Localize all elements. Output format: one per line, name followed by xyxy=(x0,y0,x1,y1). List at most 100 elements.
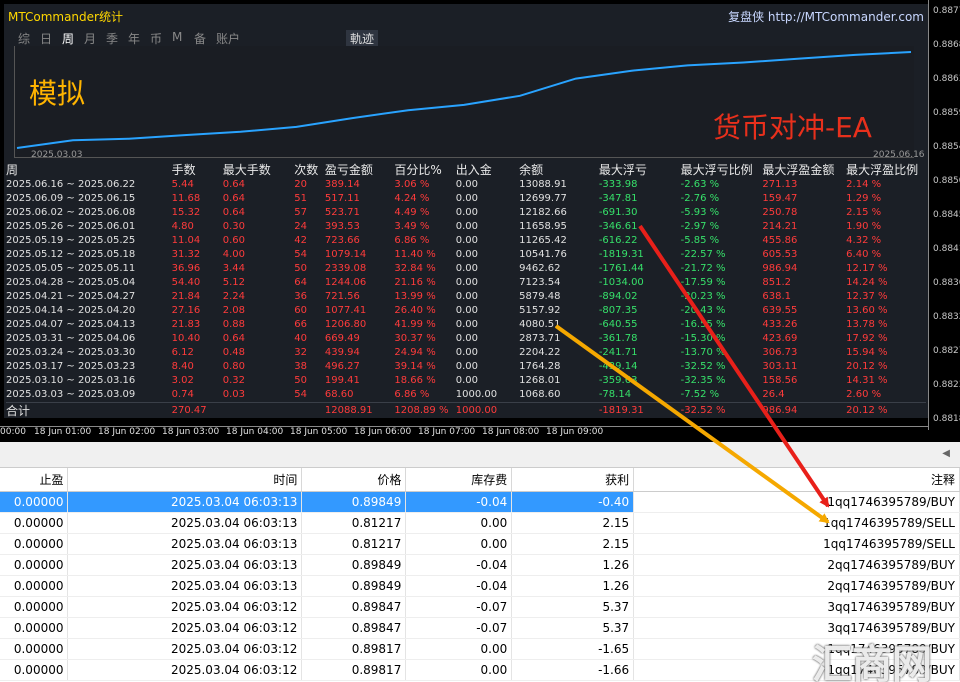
stats-header-cell: 周 xyxy=(6,163,19,177)
order-row[interactable]: 0.00000 2025.03.04 06:03:13 0.81217 0.00 2.1… xyxy=(0,512,960,534)
stats-cell: 2.60 % xyxy=(846,389,882,400)
stats-cell: 2.08 xyxy=(222,305,245,316)
order-comment: 2qq1746395789/BUY xyxy=(633,575,960,597)
order-cell: 0.00 xyxy=(405,638,513,660)
stats-cell: 6.40 % xyxy=(846,249,882,260)
price-chart[interactable]: 0.887700.886850.886350.885900.885450.885… xyxy=(0,0,960,442)
stats-cell: 423.69 xyxy=(762,333,798,344)
stats-cell: 13.99 % xyxy=(394,291,436,302)
stats-cell: 60 xyxy=(294,305,307,316)
time-tick: 18 Jun 01:00 xyxy=(34,427,92,437)
order-cell: 0.00000 xyxy=(0,638,69,660)
stats-row: 2025.05.12 ~ 2025.05.18 31.32 4.00 54 1079.1… xyxy=(6,248,926,262)
stats-cell: -347.81 xyxy=(598,193,638,204)
stats-row: 2025.04.14 ~ 2025.04.20 27.16 2.08 60 1077.4… xyxy=(6,304,926,318)
stats-cell: 2.14 % xyxy=(846,179,882,190)
stats-cell: 851.2 xyxy=(762,277,791,288)
stats-cell: 50 xyxy=(294,263,307,274)
stats-cell: 2025.05.12 ~ 2025.05.18 xyxy=(6,249,136,260)
stats-cell: 5879.48 xyxy=(519,291,561,302)
stats-cell: 214.21 xyxy=(762,221,798,232)
stats-total-cell: 1000.00 xyxy=(455,404,498,416)
stats-cell: 11.04 xyxy=(171,235,201,246)
stats-cell: 12.37 % xyxy=(846,291,888,302)
stats-cell: 11.40 % xyxy=(394,249,436,260)
stats-cell: -22.57 % xyxy=(680,249,726,260)
stats-cell: 8.40 xyxy=(171,361,194,372)
stats-total-cell: -1819.31 xyxy=(598,404,644,416)
stats-cell: 9462.62 xyxy=(519,263,561,274)
stats-header-cell: 最大浮亏比例 xyxy=(680,163,753,177)
stats-cell: 11.68 xyxy=(171,193,201,204)
order-cell: 0.00000 xyxy=(0,512,69,534)
stats-total-cell xyxy=(519,403,599,419)
stats-cell: 18.66 % xyxy=(394,375,436,386)
price-tick: 0.88185 xyxy=(933,414,960,424)
stats-row: 2025.06.02 ~ 2025.06.08 15.32 0.64 57 523.71… xyxy=(6,206,926,220)
stats-cell: 158.56 xyxy=(762,375,798,386)
orders-header-cell[interactable]: 时间 xyxy=(67,468,303,492)
order-cell: 0.89817 xyxy=(301,659,407,681)
order-row[interactable]: 0.00000 2025.03.04 06:03:13 0.89849 -0.04 1.… xyxy=(0,554,960,576)
order-cell: -0.04 xyxy=(405,491,513,513)
price-tick: 0.88320 xyxy=(933,312,960,322)
order-cell: 2025.03.04 06:03:12 xyxy=(67,617,303,639)
stats-cell: 4.24 % xyxy=(394,193,430,204)
time-tick: 00:00 xyxy=(0,427,26,437)
orders-header-cell[interactable]: 价格 xyxy=(301,468,407,492)
stats-cell: 2.15 % xyxy=(846,207,882,218)
price-tick: 0.88500 xyxy=(933,176,960,186)
stats-cell: 4080.51 xyxy=(519,319,561,330)
stats-cell: 306.73 xyxy=(762,347,798,358)
stats-cell: 2025.04.21 ~ 2025.04.27 xyxy=(6,291,136,302)
stats-cell: 199.41 xyxy=(324,375,360,386)
stats-cell: -359.63 xyxy=(598,375,638,386)
price-tick: 0.88230 xyxy=(933,380,960,390)
stats-cell: 5.12 xyxy=(222,277,245,288)
stats-cell: 0.64 xyxy=(222,193,245,204)
stats-cell: -2.76 % xyxy=(680,193,720,204)
stats-header-row: 周 手数 最大手数 次数 盈亏金额 百分比% 出入金 余额 最大浮亏 最大浮亏比例 最大浮盈金额 最大… xyxy=(6,162,926,178)
stats-cell: -640.55 xyxy=(598,319,638,330)
stats-cell: 14.24 % xyxy=(846,277,888,288)
order-row[interactable]: 0.00000 2025.03.04 06:03:13 0.81217 0.00 2.1… xyxy=(0,533,960,555)
stats-cell: 433.26 xyxy=(762,319,798,330)
orders-header-cell[interactable]: 库存费 xyxy=(405,468,513,492)
stats-cell: 15.94 % xyxy=(846,347,888,358)
stats-cell: 10.40 xyxy=(171,333,201,344)
orders-header-cell[interactable]: 止盈 xyxy=(0,468,69,492)
order-cell: 2025.03.04 06:03:12 xyxy=(67,596,303,618)
stats-cell: 638.1 xyxy=(762,291,791,302)
order-comment: 1qq1746395789/SELL xyxy=(633,512,960,534)
stats-row: 2025.03.31 ~ 2025.04.06 10.40 0.64 40 669.49… xyxy=(6,332,926,346)
orders-header-cell[interactable]: 获利 xyxy=(511,468,635,492)
order-cell: 2025.03.04 06:03:13 xyxy=(67,575,303,597)
stats-cell: 0.74 xyxy=(171,389,194,400)
scroll-left-icon[interactable]: ◀ xyxy=(942,448,950,459)
stats-cell: 1764.28 xyxy=(519,361,561,372)
stats-cell: 0.00 xyxy=(455,277,478,288)
order-cell: 0.89817 xyxy=(301,638,407,660)
stats-cell: 393.53 xyxy=(324,221,360,232)
order-row[interactable]: 0.00000 2025.03.04 06:03:13 0.89849 -0.04 1.… xyxy=(0,575,960,597)
stats-cell: 0.00 xyxy=(455,333,478,344)
stats-cell: 4.00 xyxy=(222,249,245,260)
order-cell: 0.00000 xyxy=(0,596,69,618)
stats-cell: -20.23 % xyxy=(680,291,726,302)
order-row[interactable]: 0.00000 2025.03.04 06:03:12 0.89847 -0.07 5.… xyxy=(0,596,960,618)
stats-row: 2025.03.03 ~ 2025.03.09 0.74 0.03 54 68.60 6.… xyxy=(6,388,926,403)
time-tick: 18 Jun 06:00 xyxy=(354,427,412,437)
stats-header-cell: 盈亏金额 xyxy=(324,163,373,177)
stats-cell: 12182.66 xyxy=(519,207,567,218)
stats-cell: 20 xyxy=(294,179,307,190)
orders-header-cell[interactable]: 注释 xyxy=(633,468,960,492)
order-row[interactable]: 0.00000 2025.03.04 06:03:13 0.89849 -0.04 -0… xyxy=(0,491,960,513)
stats-header-cell: 最大浮盈比例 xyxy=(846,163,919,177)
price-tick: 0.88365 xyxy=(933,278,960,288)
order-cell: 0.00 xyxy=(405,512,513,534)
website-link[interactable]: 复盘侠 http://MTCommander.com xyxy=(728,8,924,25)
stats-cell: 57 xyxy=(294,207,307,218)
stats-cell: 2025.04.07 ~ 2025.04.13 xyxy=(6,319,136,330)
price-tick: 0.88770 xyxy=(933,6,960,16)
time-axis: 00:00 18 Jun 01:00 18 Jun 02:00 18 Jun 03:0… xyxy=(0,426,928,442)
